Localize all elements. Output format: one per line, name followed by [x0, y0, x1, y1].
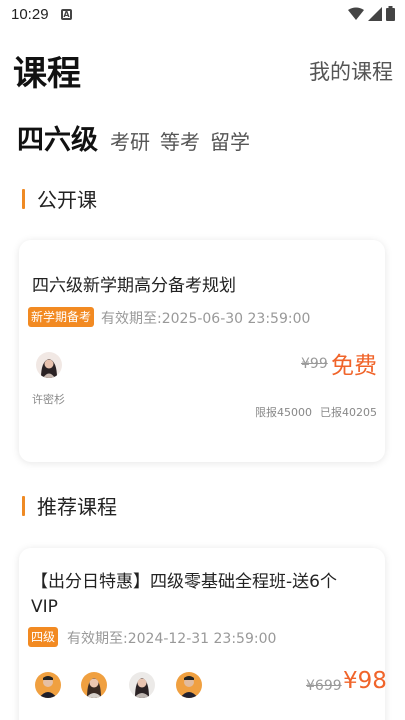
page-title: 课程: [13, 54, 81, 94]
teacher-avatar-icon: [176, 672, 202, 698]
course-validity: 有效期至:2024-12-31 23:59:00: [67, 631, 277, 647]
tab-ncre[interactable]: 等考: [160, 126, 200, 155]
system-icons: [348, 6, 395, 21]
course-title-line2: VIP: [31, 597, 58, 617]
section-public: 公开课: [22, 184, 97, 213]
enroll-count: 已报40205: [320, 406, 377, 419]
avatar: [129, 672, 155, 698]
category-tabs: 四六级 考研 等考 留学: [17, 118, 250, 157]
section-accent-bar: [22, 495, 25, 516]
page-header: 课程 我的课程: [0, 40, 405, 96]
teacher-avatar-icon: [129, 672, 155, 698]
recommended-course-card[interactable]: 【出分日特惠】四级零基础全程班-送6个 VIP 四级 有效期至:2024-12-…: [19, 548, 387, 720]
tab-study-abroad[interactable]: 留学: [210, 126, 250, 155]
tab-cet[interactable]: 四六级: [17, 118, 98, 157]
tab-postgrad[interactable]: 考研: [110, 126, 150, 155]
battery-icon: [386, 6, 395, 21]
enroll-limit: 限报45000: [255, 406, 312, 419]
teacher-name: 许密杉: [32, 393, 65, 406]
original-price: ¥99: [301, 356, 328, 372]
avatar: [81, 672, 107, 698]
course-title: 四六级新学期高分备考规划: [32, 276, 236, 296]
avatar: [36, 352, 62, 378]
section-title: 推荐课程: [37, 495, 117, 519]
avatar: [176, 672, 202, 698]
enrollment-stats: 限报45000 已报40205: [255, 404, 377, 420]
section-accent-bar: [22, 188, 25, 209]
course-validity: 有效期至:2025-06-30 23:59:00: [101, 311, 311, 327]
avatar: [35, 672, 61, 698]
teacher-avatar-icon: [36, 352, 62, 378]
status-bar: 10:29 A: [0, 0, 405, 32]
original-price: ¥699: [306, 678, 342, 694]
course-title-line1: 【出分日特惠】四级零基础全程班-送6个: [31, 572, 337, 592]
wifi-icon: [348, 7, 364, 20]
status-time: 10:29: [11, 6, 49, 23]
course-tag: 新学期备考: [28, 307, 95, 327]
course-tag: 四级: [28, 627, 59, 647]
public-course-card[interactable]: 四六级新学期高分备考规划 新学期备考 有效期至:2025-06-30 23:59…: [19, 240, 385, 462]
course-price: 免费: [331, 353, 377, 379]
course-price: ¥98: [343, 668, 387, 694]
my-courses-link[interactable]: 我的课程: [309, 56, 393, 86]
section-recommended: 推荐课程: [22, 491, 117, 520]
teacher-avatar-icon: [81, 672, 107, 698]
section-title: 公开课: [37, 188, 97, 212]
notification-icon: A: [61, 9, 72, 20]
signal-icon: [368, 6, 382, 21]
teacher-avatar-icon: [35, 672, 61, 698]
